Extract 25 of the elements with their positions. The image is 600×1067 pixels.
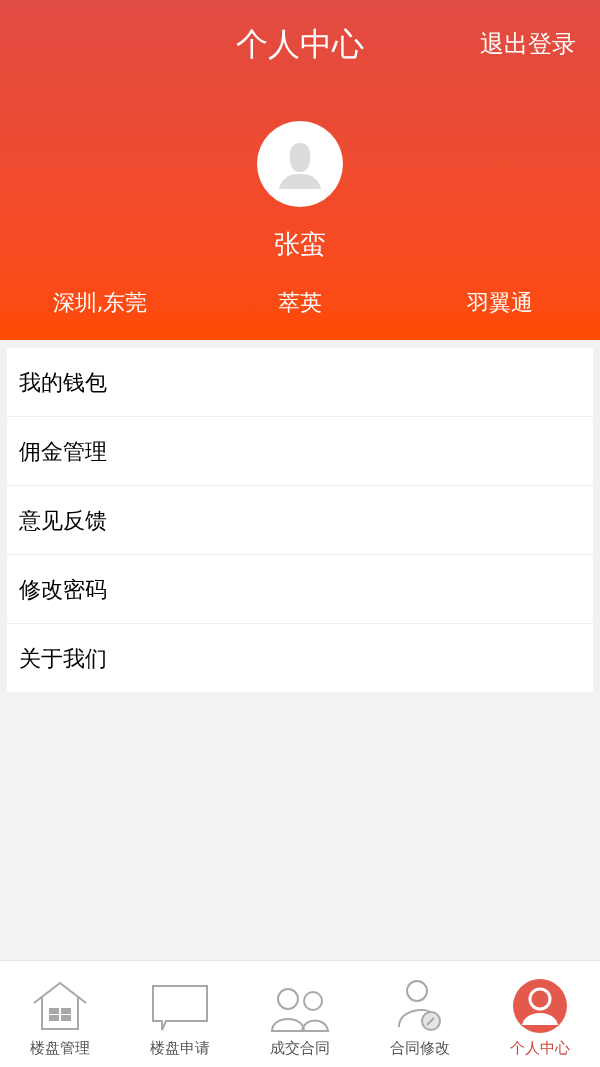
tab-bar-item[interactable]: 楼盘管理 <box>0 961 120 1067</box>
tab-label: 楼盘管理 <box>30 1037 90 1059</box>
user-info-text: 深圳,东莞 <box>51 289 149 317</box>
tab-label: 楼盘申请 <box>150 1037 210 1059</box>
menu-item[interactable]: 意见反馈 <box>7 486 593 554</box>
two-people-icon <box>270 986 330 1033</box>
tab-bar-item[interactable]: 个人中心 <box>480 961 600 1067</box>
menu-item[interactable]: 我的钱包 <box>7 348 593 416</box>
speech-bubble-icon <box>150 982 210 1033</box>
tab-label: 成交合同 <box>270 1037 330 1059</box>
user-info-text: 萃英 <box>277 289 323 317</box>
user-icon <box>513 978 567 1033</box>
menu-item[interactable]: 佣金管理 <box>7 417 593 485</box>
page-title: 个人中心 <box>236 24 364 65</box>
tab-bar-item[interactable]: 合同修改 <box>360 961 480 1067</box>
tab-bar-item[interactable]: 楼盘申请 <box>120 961 240 1067</box>
menu-item[interactable]: 关于我们 <box>7 624 593 692</box>
user-info-text: 羽翼通 <box>466 289 534 317</box>
tab-label: 个人中心 <box>510 1037 570 1059</box>
menu-item[interactable]: 修改密码 <box>7 555 593 623</box>
user-edit-icon <box>397 978 443 1033</box>
logout-button[interactable]: 退出登录 <box>480 26 576 62</box>
tab-label: 合同修改 <box>390 1037 450 1059</box>
tab-bar-item[interactable]: 成交合同 <box>240 961 360 1067</box>
user-name: 张蛮 <box>274 228 326 261</box>
